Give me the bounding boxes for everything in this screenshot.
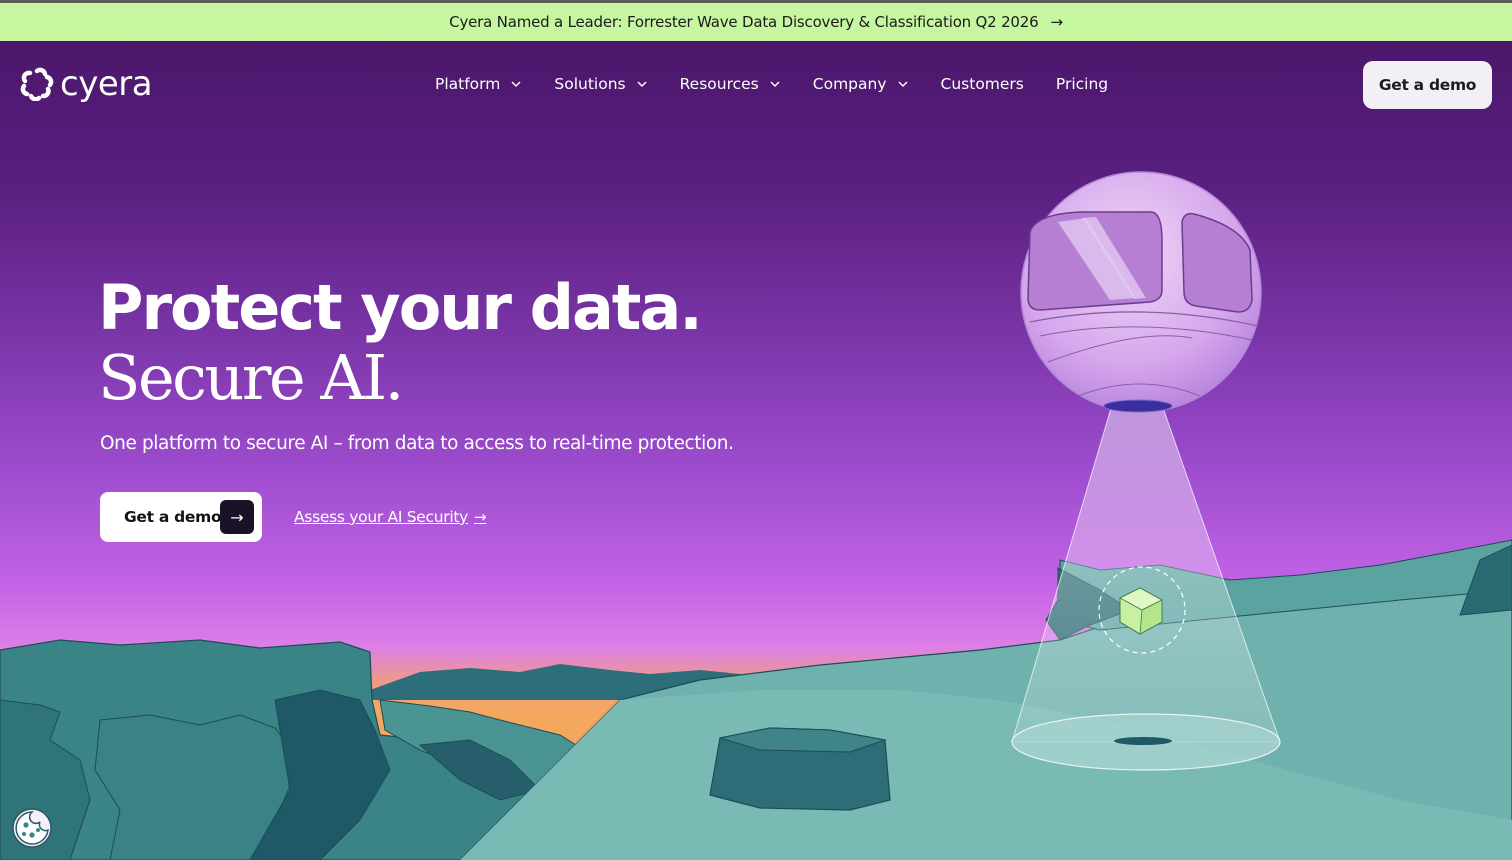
brand-logo[interactable]: cyera	[20, 64, 153, 104]
hero-get-demo-button[interactable]: Get a demo →	[100, 492, 262, 542]
nav-platform-label: Platform	[435, 75, 501, 93]
announcement-bar[interactable]: Cyera Named a Leader: Forrester Wave Dat…	[0, 3, 1512, 41]
nav-pricing-label: Pricing	[1055, 75, 1109, 93]
announcement-text[interactable]: Cyera Named a Leader: Forrester Wave Dat…	[449, 13, 1038, 31]
cookie-icon[interactable]	[12, 808, 52, 848]
arrow-right-icon: →	[220, 500, 254, 534]
nav-company-label: Company	[812, 75, 887, 93]
nav-resources-label: Resources	[679, 75, 759, 93]
top-navigation: cyera Platform Solutions Resources Compa…	[0, 41, 1512, 129]
hero-get-demo-label: Get a demo	[124, 508, 222, 526]
chevron-down-icon	[770, 81, 780, 88]
hero-headline-secondary: Secure AI.	[98, 341, 404, 414]
arrow-right-icon: →	[474, 508, 487, 526]
nav-platform[interactable]: Platform	[435, 75, 522, 93]
hero-subtitle: One platform to secure AI – from data to…	[100, 433, 734, 454]
nav-pricing[interactable]: Pricing	[1056, 75, 1108, 93]
cyera-flower-icon	[20, 67, 54, 101]
chevron-down-icon	[637, 81, 647, 88]
nav-customers-label: Customers	[940, 75, 1024, 93]
assess-ai-security-label: Assess your AI Security	[294, 508, 468, 526]
chevron-down-icon	[511, 81, 521, 88]
ship-emitter	[1103, 399, 1173, 413]
chevron-down-icon	[897, 81, 908, 88]
nav-solutions-label: Solutions	[554, 75, 626, 93]
nav-resources[interactable]: Resources	[680, 75, 781, 93]
brand-name: cyera	[60, 64, 153, 104]
tractor-beam	[1011, 404, 1281, 743]
nav-company[interactable]: Company	[813, 75, 909, 93]
nav-customers[interactable]: Customers	[941, 75, 1024, 93]
hero-headline-primary: Protect your data.	[98, 271, 703, 344]
nav-get-demo-button[interactable]: Get a demo	[1363, 61, 1492, 109]
arrow-right-icon: →	[1050, 13, 1063, 31]
beam-center-mark	[1114, 737, 1172, 745]
assess-ai-security-link[interactable]: Assess your AI Security →	[294, 508, 487, 526]
nav-solutions[interactable]: Solutions	[554, 75, 647, 93]
main-menu: Platform Solutions Resources Company Cus…	[435, 75, 1108, 93]
